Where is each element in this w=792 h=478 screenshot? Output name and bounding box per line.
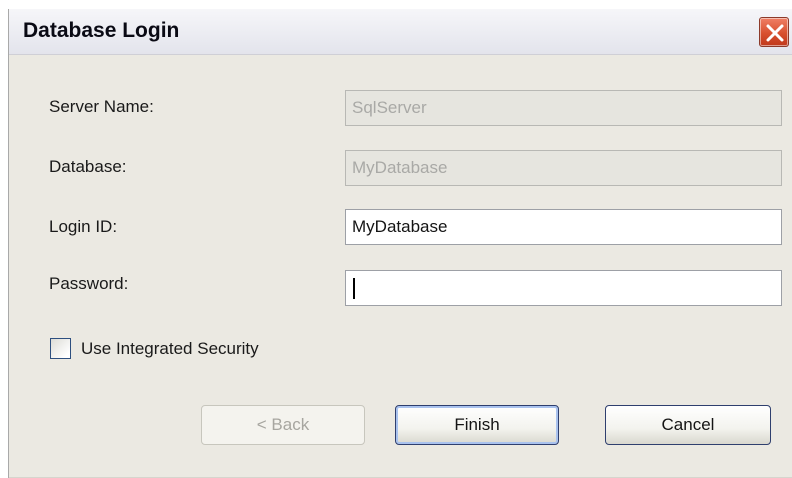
password-label: Password: [49, 274, 129, 293]
database-label: Database: [49, 157, 127, 176]
title-bar: Database Login [9, 9, 792, 55]
login-id-label: Login ID: [49, 217, 118, 236]
integrated-security-label[interactable]: Use Integrated Security [81, 339, 259, 359]
integrated-security-checkbox[interactable] [50, 338, 71, 359]
server-name-field: SqlServer [345, 90, 782, 126]
server-name-label: Server Name: [49, 97, 154, 116]
back-button: < Back [201, 405, 365, 445]
database-field: MyDatabase [345, 150, 782, 186]
cancel-button[interactable]: Cancel [605, 405, 771, 445]
window-title: Database Login [23, 19, 180, 42]
close-button[interactable] [759, 17, 789, 47]
database-login-dialog: Database Login Server Name: SqlServer Da… [8, 9, 792, 478]
close-icon [766, 24, 784, 42]
text-cursor [353, 278, 355, 299]
finish-button[interactable]: Finish [395, 405, 559, 445]
password-input[interactable] [345, 270, 782, 306]
login-id-input[interactable]: MyDatabase [345, 209, 782, 245]
